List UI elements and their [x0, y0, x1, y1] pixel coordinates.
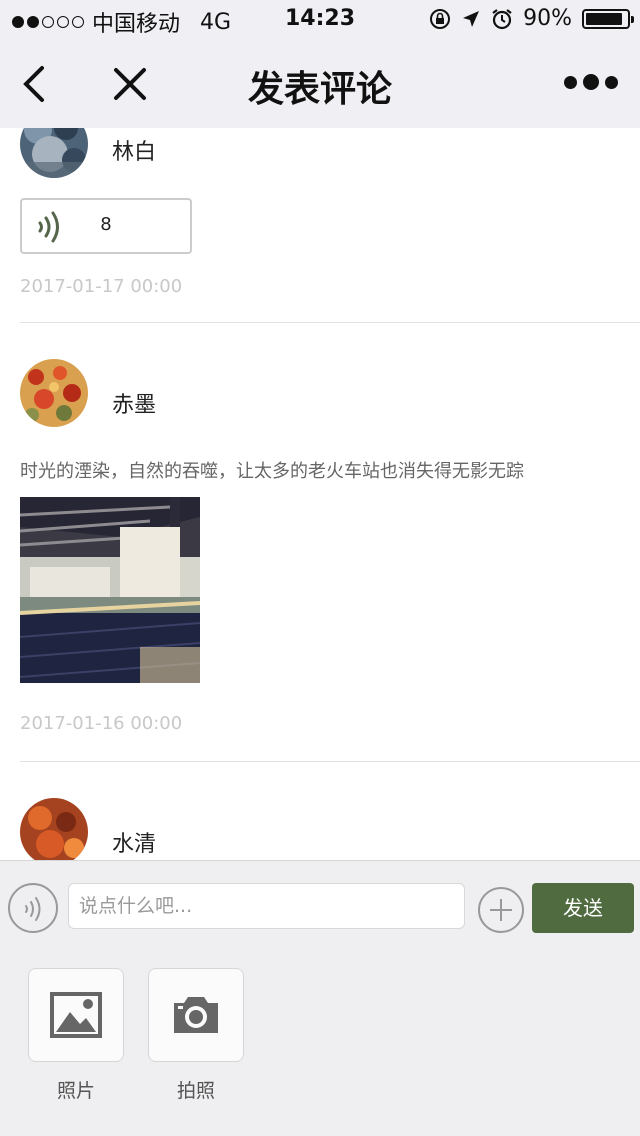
username: 林白: [112, 140, 157, 165]
alarm-icon: [492, 8, 512, 29]
voice-icon: [25, 897, 41, 921]
comment-list[interactable]: 林白 8 2017-01-17 00:00 赤墨 时光的湮染，自然的吞噬，让太多…: [0, 128, 640, 860]
comment-text: 时光的湮染，自然的吞噬，让太多的老火车站也消失得无影无踪: [20, 461, 524, 482]
status-bar: 中国移动 4G 14:23 90%: [0, 0, 640, 40]
battery-percent: 90%: [523, 6, 572, 31]
more-icon[interactable]: [564, 74, 618, 90]
rotation-lock-icon: [430, 8, 451, 29]
username: 水清: [112, 832, 157, 857]
location-icon: [463, 10, 480, 27]
camera-label: 拍照: [176, 1080, 215, 1102]
camera-button[interactable]: [148, 968, 244, 1062]
photo-button[interactable]: [28, 968, 124, 1062]
status-right: 90%: [429, 6, 634, 31]
voice-length: 8: [100, 214, 112, 235]
page-title: 发表评论: [247, 69, 392, 110]
camera-tool[interactable]: 拍照: [148, 968, 244, 1103]
battery-icon: [582, 8, 634, 29]
nav-bar: 发表评论: [0, 40, 640, 128]
photo-tool[interactable]: 照片: [28, 968, 124, 1103]
username: 赤墨: [112, 393, 157, 418]
divider: [20, 761, 640, 762]
photo-label: 照片: [56, 1080, 95, 1102]
comment-input[interactable]: [68, 883, 465, 929]
voice-input-button[interactable]: [8, 883, 58, 933]
attachment-panel: 照片 拍照: [0, 952, 640, 1136]
divider: [20, 322, 640, 323]
comment-time: 2017-01-17 00:00: [20, 276, 183, 297]
add-icon[interactable]: [478, 887, 524, 933]
comment-input-bar: 发送: [0, 860, 640, 952]
voice-message[interactable]: 8: [20, 198, 192, 254]
send-button[interactable]: 发送: [532, 883, 634, 933]
camera-icon: [174, 997, 218, 1033]
avatar[interactable]: [20, 798, 88, 860]
avatar[interactable]: [20, 128, 88, 178]
comment-time: 2017-01-16 00:00: [20, 713, 183, 734]
comment-photo[interactable]: [20, 497, 200, 683]
image-icon: [50, 992, 102, 1038]
avatar[interactable]: [20, 359, 88, 427]
